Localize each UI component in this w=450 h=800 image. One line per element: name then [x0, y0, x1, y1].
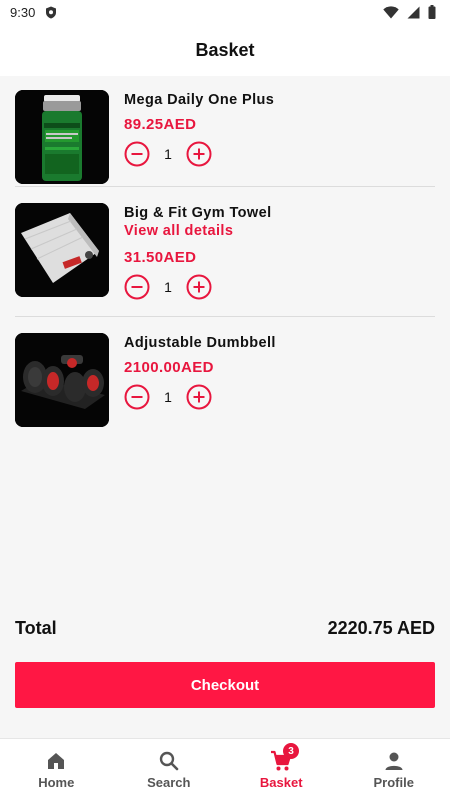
quantity-stepper: 1 [124, 384, 276, 410]
app-header: Basket [0, 24, 450, 76]
nav-item-profile[interactable]: Profile [338, 739, 450, 800]
nav-label-basket: Basket [259, 774, 303, 790]
status-left: 9:30 [10, 5, 57, 20]
shield-icon [46, 6, 57, 18]
item-info: Mega Daily One Plus 89.25AED 1 [124, 90, 274, 184]
basket-item: Adjustable Dumbbell 2100.00AED 1 [15, 333, 435, 427]
nav-item-home[interactable]: Home [0, 739, 113, 800]
item-price: 89.25AED [124, 116, 197, 133]
wifi-icon [383, 5, 399, 18]
total-row: Total 2220.75 AED [15, 618, 435, 639]
total-value: 2220.75 AED [327, 618, 435, 638]
item-name: Adjustable Dumbbell [124, 335, 276, 351]
item-info: Adjustable Dumbbell 2100.00AED 1 [124, 333, 276, 427]
quantity-stepper: 1 [124, 141, 274, 167]
basket-item: Mega Daily One Plus 89.25AED 1 [15, 90, 435, 184]
product-image-dumbbell [15, 333, 109, 427]
nav-label-home: Home [38, 774, 75, 790]
home-icon [48, 752, 65, 769]
signal-icon [407, 6, 420, 18]
decrease-quantity-button[interactable] [124, 141, 150, 167]
item-name: Big & Fit Gym Towel [124, 205, 272, 221]
nav-item-basket[interactable]: 3 Basket [225, 739, 338, 800]
item-info: Big & Fit Gym Towel View all details 31.… [124, 203, 272, 300]
quantity-value: 1 [164, 146, 172, 162]
quantity-value: 1 [164, 279, 172, 295]
decrease-quantity-button[interactable] [124, 384, 150, 410]
status-right [383, 5, 436, 19]
product-image-supplement [15, 90, 109, 184]
cart-count-badge: 3 [283, 743, 299, 759]
view-details-link[interactable]: View all details [124, 222, 272, 240]
nav-item-search[interactable]: Search [113, 739, 226, 800]
status-time: 9:30 [10, 4, 36, 20]
divider [15, 316, 435, 317]
divider [15, 186, 435, 187]
increase-quantity-button[interactable] [186, 274, 212, 300]
decrease-quantity-button[interactable] [124, 274, 150, 300]
quantity-stepper: 1 [124, 274, 272, 300]
battery-icon [428, 5, 436, 19]
increase-quantity-button[interactable] [186, 384, 212, 410]
person-icon [385, 752, 403, 770]
nav-label-search: Search [147, 774, 191, 790]
basket-content: Mega Daily One Plus 89.25AED 1 Big & Fit… [0, 76, 450, 738]
nav-label-profile: Profile [373, 774, 414, 790]
item-name: Mega Daily One Plus [124, 92, 275, 108]
increase-quantity-button[interactable] [186, 141, 212, 167]
product-image-towel [15, 203, 109, 297]
checkout-button[interactable]: Checkout [15, 662, 435, 708]
total-label: Total [15, 618, 57, 638]
quantity-value: 1 [164, 389, 172, 405]
item-price: 2100.00AED [124, 359, 214, 376]
item-price: 31.50AED [124, 249, 197, 266]
search-icon [159, 751, 179, 770]
basket-item: Big & Fit Gym Towel View all details 31.… [15, 203, 435, 300]
bottom-navigation: Home Search 3 Basket Profile [0, 738, 450, 800]
status-bar: 9:30 [0, 0, 450, 24]
page-title: Basket [195, 39, 255, 60]
